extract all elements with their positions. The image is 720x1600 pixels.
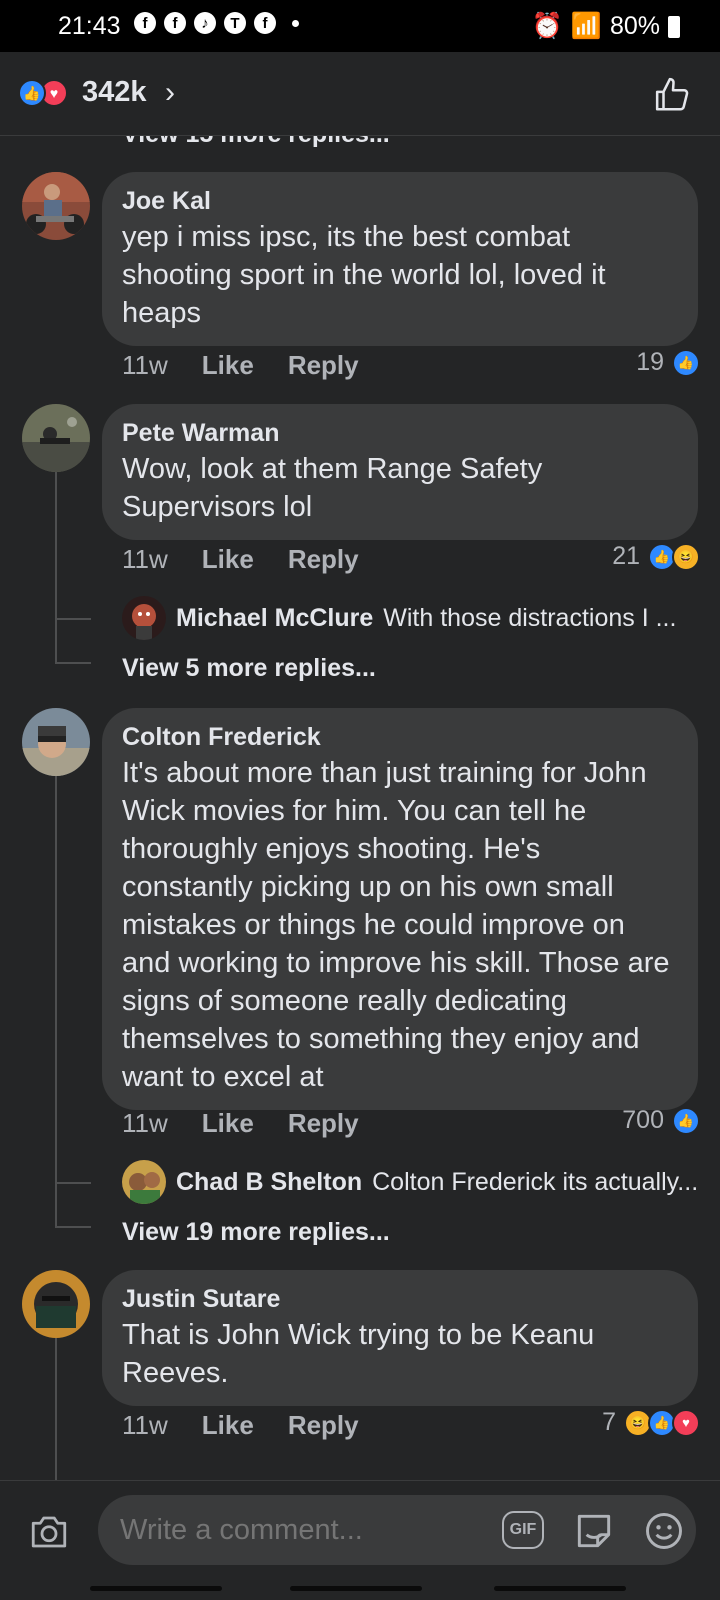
- comment-time[interactable]: 11w: [122, 1410, 168, 1441]
- status-bar: 21:43 f f ♪ T f ⏰ 📶 80%: [0, 0, 720, 52]
- wifi-icon: 📶: [570, 12, 602, 40]
- reaction-count: 19: [636, 348, 664, 376]
- like-icon: 👍: [672, 348, 700, 377]
- facebook-notification-icon: f: [134, 12, 156, 34]
- comment-actions: 11w Like Reply: [122, 544, 359, 575]
- recent-apps-button[interactable]: [90, 1586, 222, 1591]
- gif-icon[interactable]: GIF: [502, 1511, 544, 1549]
- thread-branch: [55, 1182, 91, 1184]
- comment-reactions[interactable]: 21 👍 😆: [612, 542, 700, 571]
- like-button[interactable]: Like: [202, 1410, 254, 1441]
- teams-notification-icon: T: [224, 12, 246, 34]
- more-notifications-dot: [292, 19, 299, 27]
- reply-button[interactable]: Reply: [288, 1410, 359, 1441]
- comment-actions: 11w Like Reply: [122, 1410, 359, 1441]
- reaction-count: 21: [612, 542, 640, 570]
- avatar[interactable]: [22, 1270, 90, 1338]
- comment-actions: 11w Like Reply: [122, 350, 359, 381]
- avatar[interactable]: [122, 596, 166, 640]
- home-button[interactable]: [290, 1586, 422, 1591]
- reply-preview[interactable]: Chad B Shelton Colton Frederick its actu…: [122, 1160, 702, 1204]
- comment-time[interactable]: 11w: [122, 1108, 168, 1139]
- view-more-replies-link[interactable]: View 5 more replies...: [122, 654, 376, 683]
- comment-text: yep i miss ipsc, its the best combat sho…: [122, 221, 606, 329]
- back-button[interactable]: [494, 1586, 626, 1591]
- reactions-header: 👍 ♥ 342k ›: [0, 52, 720, 136]
- notification-icons: f f ♪ T f: [134, 12, 299, 34]
- comment-bubble[interactable]: Justin Sutare That is John Wick trying t…: [102, 1270, 698, 1406]
- comment-author[interactable]: Joe Kal: [122, 184, 678, 218]
- comment-text: Wow, look at them Range Safety Superviso…: [122, 453, 543, 523]
- thumbs-up-outline-icon[interactable]: [654, 76, 692, 114]
- like-button[interactable]: Like: [202, 1108, 254, 1139]
- comment-author[interactable]: Pete Warman: [122, 416, 678, 450]
- avatar[interactable]: [22, 404, 90, 472]
- reply-text: Colton Frederick its actually...: [372, 1167, 699, 1196]
- reply-button[interactable]: Reply: [288, 1108, 359, 1139]
- comment-author[interactable]: Colton Frederick: [122, 720, 678, 754]
- comment-bubble[interactable]: Pete Warman Wow, look at them Range Safe…: [102, 404, 698, 540]
- system-nav-bar: [0, 1572, 720, 1600]
- comment-reactions[interactable]: 19 👍: [636, 348, 700, 377]
- like-icon: 👍: [672, 1106, 700, 1135]
- facebook-notification-icon: f: [164, 12, 186, 34]
- comment-author[interactable]: Justin Sutare: [122, 1282, 678, 1316]
- comment-reactions[interactable]: 7 😆 👍 ♥: [602, 1408, 700, 1437]
- avatar[interactable]: [22, 172, 90, 240]
- like-button[interactable]: Like: [202, 544, 254, 575]
- comment-text: That is John Wick trying to be Keanu Ree…: [122, 1319, 595, 1389]
- avatar[interactable]: [122, 1160, 166, 1204]
- status-time: 21:43: [58, 12, 121, 40]
- thread-line: [55, 472, 57, 662]
- love-icon: ♥: [672, 1408, 700, 1437]
- battery-icon: [668, 15, 680, 38]
- avatar[interactable]: [22, 708, 90, 776]
- status-right: ⏰ 📶 80%: [532, 12, 680, 41]
- comment-text: It's about more than just training for J…: [122, 757, 670, 1093]
- alarm-icon: ⏰: [531, 12, 563, 40]
- view-more-replies-link[interactable]: View 15 more replies...: [122, 136, 390, 149]
- reply-author[interactable]: Michael McClure: [176, 604, 373, 633]
- comment-bubble[interactable]: Colton Frederick It's about more than ju…: [102, 708, 698, 1110]
- thread-branch: [55, 662, 91, 664]
- reply-button[interactable]: Reply: [288, 350, 359, 381]
- comment-bubble[interactable]: Joe Kal yep i miss ipsc, its the best co…: [102, 172, 698, 346]
- camera-icon[interactable]: [28, 1511, 70, 1553]
- reaction-count[interactable]: 342k: [82, 76, 147, 109]
- reply-button[interactable]: Reply: [288, 544, 359, 575]
- haha-icon: 😆: [672, 542, 700, 571]
- thread-branch: [55, 618, 91, 620]
- reaction-count: 700: [622, 1106, 664, 1134]
- comment-feed[interactable]: View 15 more replies... Joe Kal yep i mi…: [0, 136, 720, 1480]
- battery-percent: 80%: [609, 12, 660, 40]
- reaction-count: 7: [602, 1408, 616, 1436]
- facebook-notification-icon: f: [254, 12, 276, 34]
- sticker-icon[interactable]: [572, 1509, 616, 1553]
- comment-reactions[interactable]: 700 👍: [622, 1106, 700, 1135]
- thread-line: [55, 1338, 57, 1480]
- tiktok-notification-icon: ♪: [194, 12, 216, 34]
- chevron-right-icon[interactable]: ›: [165, 76, 175, 110]
- reply-preview[interactable]: Michael McClure With those distractions …: [122, 596, 702, 640]
- emoji-icon[interactable]: [642, 1509, 686, 1553]
- reaction-summary[interactable]: 👍 ♥: [18, 79, 78, 109]
- thread-branch: [55, 1226, 91, 1228]
- like-button[interactable]: Like: [202, 350, 254, 381]
- comment-time[interactable]: 11w: [122, 350, 168, 381]
- reply-author[interactable]: Chad B Shelton: [176, 1168, 362, 1197]
- like-icon: 👍: [18, 79, 46, 107]
- comment-time[interactable]: 11w: [122, 544, 168, 575]
- thread-line: [55, 776, 57, 1226]
- comment-actions: 11w Like Reply: [122, 1108, 359, 1139]
- reply-text: With those distractions I ...: [383, 603, 677, 632]
- view-more-replies-link[interactable]: View 19 more replies...: [122, 1218, 390, 1247]
